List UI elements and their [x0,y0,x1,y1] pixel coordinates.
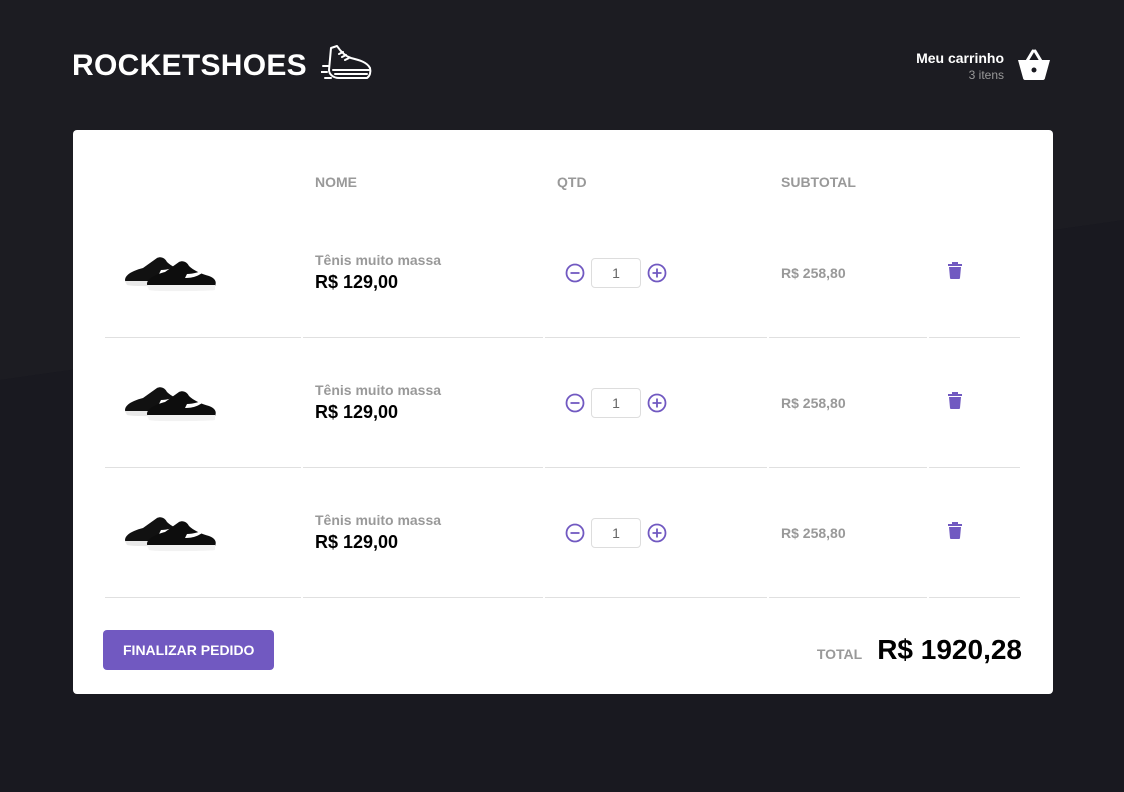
product-table: NOME QTD SUBTOTAL Tênis muito massa R$ 1… [103,160,1022,598]
trash-icon [947,391,963,409]
cart-title: Meu carrinho [916,50,1004,66]
app-header: ROCKETSHOES Meu carrinho 3 itens [72,36,1052,96]
product-subtotal-cell: R$ 258,80 [769,338,927,468]
delete-button[interactable] [947,521,963,539]
plus-circle-icon [647,523,667,543]
product-title: Tênis muito massa [315,382,442,398]
shopping-basket-icon [1016,46,1052,87]
quantity-input[interactable] [591,387,641,418]
product-image [121,506,289,559]
logo-link[interactable]: ROCKETSHOES [72,44,373,89]
quantity-stepper [557,257,755,288]
product-actions-cell [929,208,1020,338]
total-value: R$ 1920,28 [877,634,1022,665]
logo-text: ROCKETSHOES [72,49,307,82]
decrement-button[interactable] [565,393,585,413]
product-name-cell: Tênis muito massa R$ 129,00 [303,468,543,598]
finish-order-button[interactable]: FINALIZAR PEDIDO [103,630,275,670]
product-price: R$ 129,00 [315,532,399,552]
minus-circle-icon [565,523,585,543]
column-header-qtd: QTD [557,174,587,190]
decrement-button[interactable] [565,523,585,543]
trash-icon [947,261,963,279]
quantity-stepper [557,517,755,548]
column-header-subtotal: SUBTOTAL [781,174,856,190]
increment-button[interactable] [647,263,667,283]
cart-link[interactable]: Meu carrinho 3 itens [916,46,1052,87]
plus-circle-icon [647,263,667,283]
sneaker-icon [320,44,373,89]
increment-button[interactable] [647,393,667,413]
product-actions-cell [929,468,1020,598]
product-qty-cell [545,338,767,468]
product-price: R$ 129,00 [315,272,399,292]
column-header-name: NOME [315,174,357,190]
product-qty-cell [545,208,767,338]
product-name-cell: Tênis muito massa R$ 129,00 [303,208,543,338]
product-qty-cell [545,468,767,598]
cart-panel: NOME QTD SUBTOTAL Tênis muito massa R$ 1… [73,130,1053,694]
minus-circle-icon [565,393,585,413]
cart-footer: FINALIZAR PEDIDO TOTAL R$ 1920,28 [103,630,1022,670]
total-container: TOTAL R$ 1920,28 [817,634,1022,666]
decrement-button[interactable] [565,263,585,283]
product-name-cell: Tênis muito massa R$ 129,00 [303,338,543,468]
product-image [121,376,289,429]
table-header-row: NOME QTD SUBTOTAL [105,160,1020,208]
product-price: R$ 129,00 [315,402,399,422]
product-subtotal: R$ 258,80 [781,524,846,541]
product-actions-cell [929,338,1020,468]
total-label: TOTAL [816,646,863,662]
plus-circle-icon [647,393,667,413]
delete-button[interactable] [947,261,963,279]
quantity-input[interactable] [591,517,641,548]
product-image [121,246,289,299]
product-image-cell [105,208,301,338]
table-row: Tênis muito massa R$ 129,00 R$ 258,80 [105,468,1020,598]
product-subtotal-cell: R$ 258,80 [769,468,927,598]
product-subtotal: R$ 258,80 [781,394,846,411]
delete-button[interactable] [947,391,963,409]
increment-button[interactable] [647,523,667,543]
table-row: Tênis muito massa R$ 129,00 R$ 258,80 [105,338,1020,468]
column-header-actions [929,160,1020,208]
cart-info: Meu carrinho 3 itens [916,50,1004,82]
column-header-image [105,160,301,208]
minus-circle-icon [565,263,585,283]
cart-item-count: 3 itens [968,68,1004,82]
table-row: Tênis muito massa R$ 129,00 R$ 258,80 [105,208,1020,338]
product-subtotal: R$ 258,80 [781,264,846,281]
product-subtotal-cell: R$ 258,80 [769,208,927,338]
quantity-stepper [557,387,755,418]
product-title: Tênis muito massa [315,252,442,268]
product-image-cell [105,468,301,598]
product-title: Tênis muito massa [315,512,442,528]
trash-icon [947,521,963,539]
product-image-cell [105,338,301,468]
quantity-input[interactable] [591,257,641,288]
